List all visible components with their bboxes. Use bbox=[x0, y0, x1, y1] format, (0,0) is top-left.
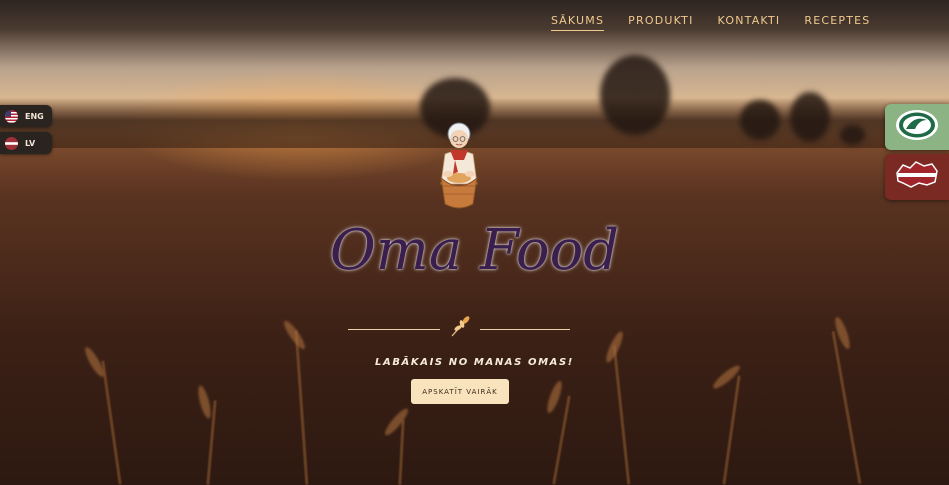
green-seal-icon bbox=[894, 108, 940, 146]
nav-item-kontakti[interactable]: KONTAKTI bbox=[718, 14, 781, 31]
divider-line-left bbox=[348, 329, 440, 330]
main-nav: SĀKUMS PRODUKTI KONTAKTI RECEPTES bbox=[551, 14, 870, 31]
hero-tagline: LABĀKAIS NO MANAS OMAS! bbox=[375, 357, 574, 368]
tree bbox=[790, 92, 830, 142]
tree bbox=[840, 125, 865, 145]
grandma-with-bread-basket-icon bbox=[429, 120, 489, 212]
nav-item-produkti[interactable]: PRODUKTI bbox=[628, 14, 693, 31]
wheat-stalk bbox=[552, 395, 571, 485]
latvia-map-icon bbox=[894, 159, 940, 195]
latvian-product-badge-button[interactable] bbox=[885, 154, 949, 200]
quality-badge-button[interactable] bbox=[885, 104, 949, 150]
language-button-lv[interactable]: LV bbox=[0, 132, 52, 154]
latvia-flag-icon bbox=[5, 136, 18, 150]
language-switcher: ENG LV bbox=[0, 105, 52, 154]
wheat-stalk bbox=[101, 360, 122, 485]
wheat-ear bbox=[544, 379, 565, 415]
wheat-ear bbox=[195, 384, 214, 420]
tree bbox=[740, 100, 780, 140]
view-more-button[interactable]: APSKATĪT VAIRĀK bbox=[411, 379, 509, 404]
us-flag-icon bbox=[5, 109, 18, 123]
wheat-stalk bbox=[294, 330, 309, 485]
side-badges bbox=[885, 104, 949, 200]
nav-item-sakums[interactable]: SĀKUMS bbox=[551, 14, 605, 31]
wheat-ear bbox=[382, 406, 411, 438]
language-code-label: LV bbox=[25, 138, 36, 148]
wheat-icon bbox=[448, 312, 474, 338]
nav-item-receptes[interactable]: RECEPTES bbox=[804, 14, 870, 31]
wheat-stalk bbox=[398, 419, 405, 485]
divider-line-right bbox=[480, 329, 570, 330]
wheat-stalk bbox=[831, 330, 862, 485]
language-button-eng[interactable]: ENG bbox=[0, 105, 52, 127]
brand-logo-text: Oma Food bbox=[329, 218, 620, 283]
language-code-label: ENG bbox=[25, 111, 44, 121]
tree bbox=[600, 55, 670, 135]
wheat-stalk bbox=[722, 375, 741, 485]
wheat-ear bbox=[281, 318, 308, 352]
